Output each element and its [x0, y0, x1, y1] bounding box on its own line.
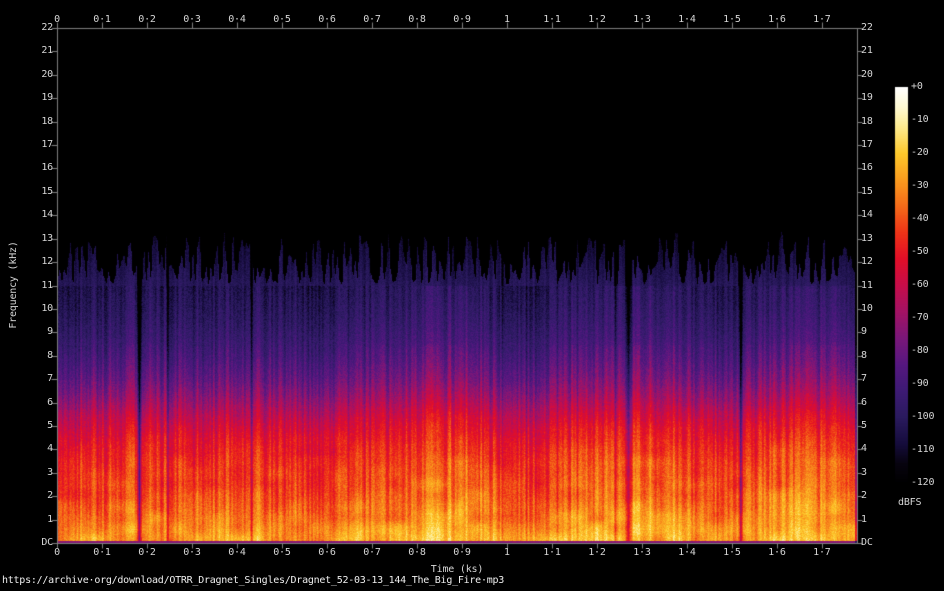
y-tick-label-right: 21 [861, 45, 873, 57]
y-tick-label-left: 8 [47, 349, 53, 361]
y-tick-label-right: 22 [861, 22, 873, 33]
y-tick-label-right: 12 [861, 256, 873, 268]
x-tick-label-bottom: 0·6 [318, 547, 336, 558]
colorbar-tick-label: -70 [911, 312, 929, 323]
x-tick-label-top: 0·5 [273, 14, 291, 25]
x-tick-label-top: 0·7 [363, 14, 381, 25]
x-tick-label-top: 0·1 [93, 14, 111, 25]
y-tick-label-right: 10 [861, 302, 873, 314]
x-tick-label-bottom: 0·3 [183, 547, 201, 558]
y-tick-label-left: 2 [47, 490, 53, 502]
x-tick-label-bottom: 0·7 [363, 547, 381, 558]
y-tick-label-right: DC [861, 537, 873, 548]
colorbar-tick-label: -80 [911, 345, 929, 356]
colorbar-tick-label: -20 [911, 147, 929, 158]
colorbar-unit-label: dBFS [898, 497, 922, 508]
y-tick-label-right: 2 [861, 490, 867, 502]
y-tick-label-left: 14 [41, 209, 53, 221]
y-tick-label-right: 11 [861, 279, 873, 291]
x-tick-label-top: 0·4 [228, 14, 246, 25]
x-tick-label-top: 0 [54, 14, 60, 25]
y-tick-label-right: 1 [861, 513, 867, 525]
x-tick-label-bottom: 1·3 [633, 547, 651, 558]
colorbar-tick-label: -60 [911, 279, 929, 290]
y-tick-label-left: 20 [41, 68, 53, 80]
x-tick-label-top: 0·8 [408, 14, 426, 25]
x-tick-label-top: 1·4 [678, 14, 696, 25]
colorbar-tick-label: -50 [911, 246, 929, 257]
y-tick-label-left: 17 [41, 139, 53, 151]
x-tick-label-top: 1·1 [543, 14, 561, 25]
y-tick-label-left: 1 [47, 513, 53, 525]
y-tick-label-left: DC [41, 537, 53, 548]
y-tick-label-left: 3 [47, 466, 53, 478]
y-tick-label-left: 21 [41, 45, 53, 57]
y-tick-label-right: 15 [861, 185, 873, 197]
y-tick-label-right: 4 [861, 443, 867, 455]
x-tick-label-bottom: 1·4 [678, 547, 696, 558]
colorbar-tick-label: -40 [911, 213, 929, 224]
colorbar-tick-label: -100 [911, 411, 935, 422]
y-tick-label-left: 19 [41, 92, 53, 104]
y-tick-label-right: 19 [861, 92, 873, 104]
x-tick-label-bottom: 1·6 [768, 547, 786, 558]
y-tick-label-left: 15 [41, 185, 53, 197]
x-tick-label-bottom: 1·1 [543, 547, 561, 558]
x-tick-label-bottom: 1·2 [588, 547, 606, 558]
x-tick-label-top: 1 [504, 14, 510, 25]
x-tick-label-bottom: 1·5 [723, 547, 741, 558]
x-tick-label-bottom: 0·8 [408, 547, 426, 558]
y-tick-label-right: 14 [861, 209, 873, 221]
x-tick-label-top: 0·3 [183, 14, 201, 25]
x-tick-label-bottom: 0·5 [273, 547, 291, 558]
spectrogram-canvas [0, 0, 944, 591]
spectrogram-window: 0 0 0·1 0·1 0·2 0·2 0·3 0·3 0·4 0·4 0·5 0·5 0·6 0·6 0·… [0, 0, 944, 591]
y-tick-label-left: 18 [41, 115, 53, 127]
y-tick-label-left: 16 [41, 162, 53, 174]
y-tick-label-right: 16 [861, 162, 873, 174]
y-tick-label-right: 7 [861, 373, 867, 385]
y-tick-label-right: 17 [861, 139, 873, 151]
x-tick-label-top: 0·9 [453, 14, 471, 25]
x-tick-label-bottom: 1 [504, 547, 510, 558]
x-tick-label-top: 1·5 [723, 14, 741, 25]
y-tick-label-left: 7 [47, 373, 53, 385]
y-tick-label-left: 4 [47, 443, 53, 455]
x-tick-label-bottom: 0·2 [138, 547, 156, 558]
y-axis-title: Frequency (kHz) [8, 241, 19, 329]
x-tick-label-top: 1·2 [588, 14, 606, 25]
x-tick-label-bottom: 0·1 [93, 547, 111, 558]
y-tick-label-right: 8 [861, 349, 867, 361]
y-tick-label-right: 6 [861, 396, 867, 408]
y-tick-label-left: 6 [47, 396, 53, 408]
x-tick-label-bottom: 0 [54, 547, 60, 558]
colorbar-tick-label: -110 [911, 444, 935, 455]
y-tick-label-left: 22 [41, 22, 53, 33]
y-tick-label-right: 9 [861, 326, 867, 338]
x-tick-label-top: 1·7 [813, 14, 831, 25]
x-tick-label-bottom: 0·4 [228, 547, 246, 558]
colorbar-tick-label: +0 [911, 81, 923, 92]
y-tick-label-right: 5 [861, 419, 867, 431]
footer-url: https://archive·org/download/OTRR_Dragne… [2, 575, 505, 586]
x-tick-label-top: 1·6 [768, 14, 786, 25]
x-tick-label-top: 0·2 [138, 14, 156, 25]
y-tick-label-right: 18 [861, 115, 873, 127]
colorbar-tick-label: -120 [911, 477, 935, 488]
x-tick-label-bottom: 1·7 [813, 547, 831, 558]
x-tick-label-top: 1·3 [633, 14, 651, 25]
colorbar-tick-label: -10 [911, 114, 929, 125]
y-tick-label-right: 3 [861, 466, 867, 478]
y-tick-label-right: 20 [861, 68, 873, 80]
x-tick-label-bottom: 0·9 [453, 547, 471, 558]
x-tick-label-top: 0·6 [318, 14, 336, 25]
y-tick-label-right: 13 [861, 232, 873, 244]
colorbar-tick-label: -30 [911, 180, 929, 191]
colorbar-tick-label: -90 [911, 378, 929, 389]
y-tick-label-left: 5 [47, 419, 53, 431]
